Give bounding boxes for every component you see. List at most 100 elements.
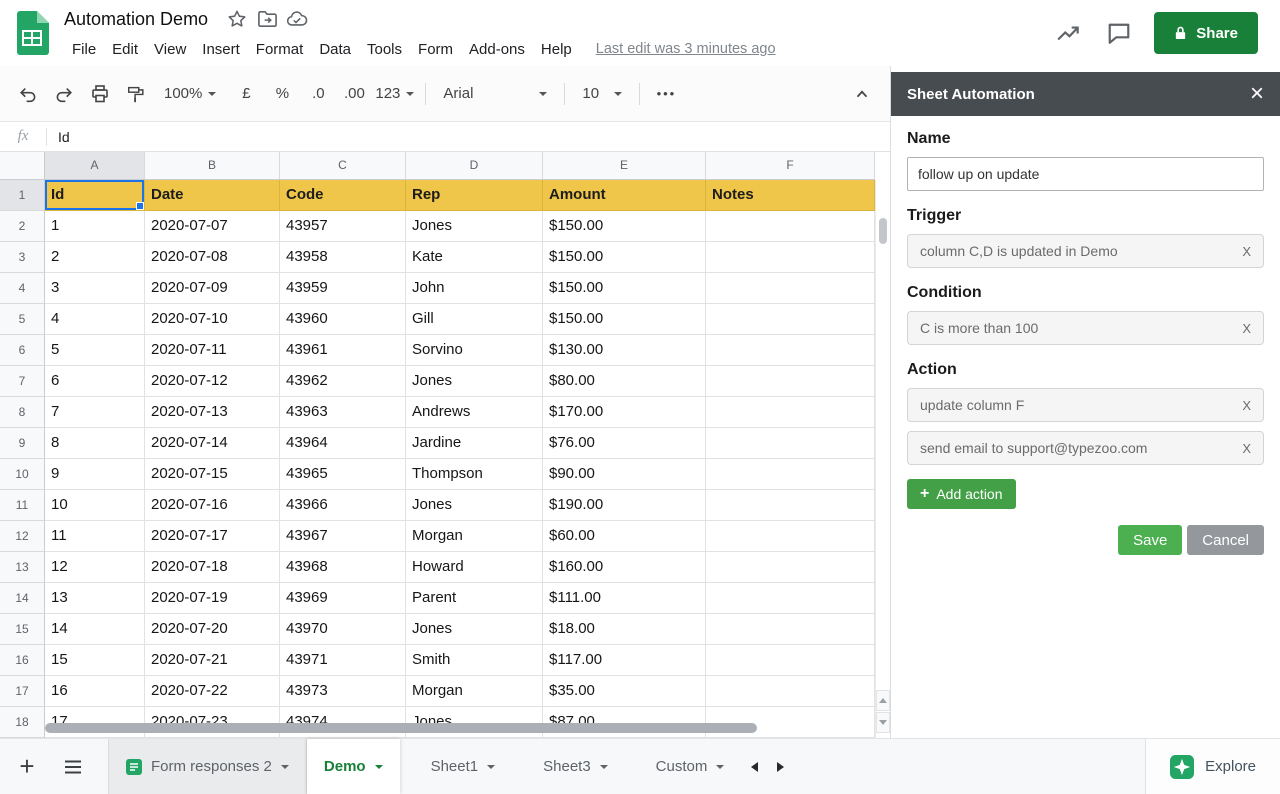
cell-A9[interactable]: 8: [45, 428, 145, 459]
condition-chip[interactable]: C is more than 100 X: [907, 311, 1264, 345]
cell-E1[interactable]: Amount: [543, 180, 706, 211]
scroll-up-button[interactable]: [876, 690, 890, 711]
row-header-16[interactable]: 16: [0, 645, 45, 676]
sheet-tab-sheet1[interactable]: Sheet1: [414, 739, 513, 794]
sheet-tab-custom[interactable]: Custom: [639, 739, 742, 794]
insights-chart-icon[interactable]: [1054, 19, 1084, 47]
column-header-A[interactable]: A: [45, 152, 145, 180]
cell-C15[interactable]: 43970: [280, 614, 406, 645]
last-edit-link[interactable]: Last edit was 3 minutes ago: [596, 41, 776, 57]
cell-C6[interactable]: 43961: [280, 335, 406, 366]
cell-D17[interactable]: Morgan: [406, 676, 543, 707]
menu-add-ons[interactable]: Add-ons: [461, 38, 533, 61]
zoom-select[interactable]: 100%: [164, 78, 216, 110]
cell-F3[interactable]: [706, 242, 875, 273]
cell-E12[interactable]: $60.00: [543, 521, 706, 552]
remove-action-icon[interactable]: X: [1242, 398, 1251, 413]
remove-action-icon[interactable]: X: [1242, 441, 1251, 456]
cell-E3[interactable]: $150.00: [543, 242, 706, 273]
menu-file[interactable]: File: [64, 38, 104, 61]
cell-E9[interactable]: $76.00: [543, 428, 706, 459]
row-header-12[interactable]: 12: [0, 521, 45, 552]
cell-B10[interactable]: 2020-07-15: [145, 459, 280, 490]
cell-E17[interactable]: $35.00: [543, 676, 706, 707]
action-chip-1[interactable]: update column FX: [907, 388, 1264, 422]
cell-C5[interactable]: 43960: [280, 304, 406, 335]
all-sheets-menu-icon[interactable]: [54, 748, 92, 786]
cell-A5[interactable]: 4: [45, 304, 145, 335]
cell-D16[interactable]: Smith: [406, 645, 543, 676]
menu-format[interactable]: Format: [248, 38, 312, 61]
cell-C3[interactable]: 43958: [280, 242, 406, 273]
row-header-5[interactable]: 5: [0, 304, 45, 335]
collapse-toolbar-button[interactable]: [847, 78, 877, 110]
add-sheet-button[interactable]: +: [8, 748, 46, 786]
trigger-chip[interactable]: column C,D is updated in Demo X: [907, 234, 1264, 268]
scroll-down-button[interactable]: [876, 712, 890, 733]
cell-E8[interactable]: $170.00: [543, 397, 706, 428]
cell-F10[interactable]: [706, 459, 875, 490]
cell-F5[interactable]: [706, 304, 875, 335]
comments-icon[interactable]: [1104, 19, 1134, 47]
menu-help[interactable]: Help: [533, 38, 580, 61]
cell-A1[interactable]: Id: [45, 180, 145, 211]
cell-E2[interactable]: $150.00: [543, 211, 706, 242]
row-header-4[interactable]: 4: [0, 273, 45, 304]
cell-A4[interactable]: 3: [45, 273, 145, 304]
sheets-logo-icon[interactable]: [0, 0, 64, 66]
row-header-1[interactable]: 1: [0, 180, 45, 211]
column-header-C[interactable]: C: [280, 152, 406, 180]
row-header-7[interactable]: 7: [0, 366, 45, 397]
cell-C9[interactable]: 43964: [280, 428, 406, 459]
move-folder-icon[interactable]: [252, 5, 282, 33]
paint-format-button[interactable]: [121, 78, 151, 110]
decrease-decimal-button[interactable]: .0: [303, 78, 333, 110]
cell-E10[interactable]: $90.00: [543, 459, 706, 490]
chevron-down-icon[interactable]: [716, 765, 724, 769]
increase-decimal-button[interactable]: .00: [339, 78, 369, 110]
cell-B8[interactable]: 2020-07-13: [145, 397, 280, 428]
chevron-down-icon[interactable]: [375, 765, 383, 769]
cell-B16[interactable]: 2020-07-21: [145, 645, 280, 676]
menu-edit[interactable]: Edit: [104, 38, 146, 61]
add-action-button[interactable]: + Add action: [907, 479, 1016, 509]
row-header-14[interactable]: 14: [0, 583, 45, 614]
cell-F13[interactable]: [706, 552, 875, 583]
column-header-B[interactable]: B: [145, 152, 280, 180]
name-input[interactable]: [907, 157, 1264, 191]
cell-A3[interactable]: 2: [45, 242, 145, 273]
action-chip-2[interactable]: send email to support@typezoo.comX: [907, 431, 1264, 465]
cell-C7[interactable]: 43962: [280, 366, 406, 397]
sheet-tab-sheet3[interactable]: Sheet3: [526, 739, 625, 794]
cell-B12[interactable]: 2020-07-17: [145, 521, 280, 552]
sheet-tab-demo[interactable]: Demo: [307, 739, 400, 794]
cell-D3[interactable]: Kate: [406, 242, 543, 273]
cell-C17[interactable]: 43973: [280, 676, 406, 707]
scroll-tabs-left-button[interactable]: [741, 739, 767, 794]
row-header-18[interactable]: 18: [0, 707, 45, 738]
cell-A17[interactable]: 16: [45, 676, 145, 707]
cell-F2[interactable]: [706, 211, 875, 242]
cell-C8[interactable]: 43963: [280, 397, 406, 428]
cell-F9[interactable]: [706, 428, 875, 459]
cell-B3[interactable]: 2020-07-08: [145, 242, 280, 273]
cell-F12[interactable]: [706, 521, 875, 552]
cell-F11[interactable]: [706, 490, 875, 521]
row-header-9[interactable]: 9: [0, 428, 45, 459]
cell-D5[interactable]: Gill: [406, 304, 543, 335]
cell-A13[interactable]: 12: [45, 552, 145, 583]
cell-A16[interactable]: 15: [45, 645, 145, 676]
sheet-tab-form-responses-2[interactable]: Form responses 2: [108, 739, 307, 794]
menu-form[interactable]: Form: [410, 38, 461, 61]
chevron-down-icon[interactable]: [487, 765, 495, 769]
chevron-down-icon[interactable]: [281, 765, 289, 769]
cell-A2[interactable]: 1: [45, 211, 145, 242]
cell-F17[interactable]: [706, 676, 875, 707]
font-family-select[interactable]: Arial: [437, 78, 553, 110]
menu-insert[interactable]: Insert: [194, 38, 248, 61]
cell-D1[interactable]: Rep: [406, 180, 543, 211]
cell-B7[interactable]: 2020-07-12: [145, 366, 280, 397]
cell-D15[interactable]: Jones: [406, 614, 543, 645]
cell-A11[interactable]: 10: [45, 490, 145, 521]
cell-A6[interactable]: 5: [45, 335, 145, 366]
